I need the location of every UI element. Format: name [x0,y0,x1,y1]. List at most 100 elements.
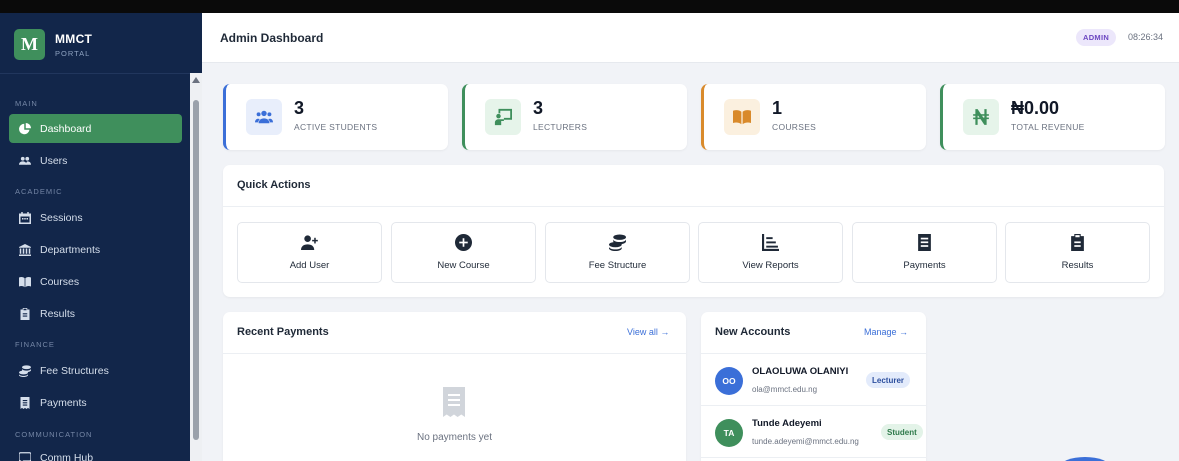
user-plus-icon [238,234,381,251]
section-label-main: MAIN [15,99,38,108]
sidebar-item-label: Sessions [40,211,83,224]
clipboard-icon [1006,234,1149,251]
sidebar-item-departments[interactable]: Departments [9,235,182,264]
sidebar-item-label: Results [40,307,76,320]
sidebar-item-label: Payments [40,396,87,409]
new-course-label: New Course [437,260,490,271]
view-reports-label: View Reports [742,260,799,271]
results-button[interactable]: Results [1005,222,1150,283]
list-item[interactable]: OO OLAOLUWA OLANIYI ola@mmct.edu.ng Lect… [701,354,926,406]
brand[interactable]: M MMCT PORTAL [14,29,92,60]
teacher-icon [485,99,521,135]
list-item[interactable]: TA Tunde Adeyemi tunde.adeyemi@mmct.edu.… [701,406,926,458]
role-badge: ADMIN [1076,29,1117,46]
brand-title: MMCT [55,31,93,46]
new-accounts-card: New Accounts Manage → OO OLAOLUWA OLANIY… [701,312,926,461]
account-name: Tunde Adeyemi [752,418,822,429]
recent-payments-card: Recent Payments View all → No payments y… [223,312,686,461]
clipboard-icon [18,307,31,320]
section-label-academic: ACADEMIC [15,187,63,196]
sidebar-item-comm-hub[interactable]: Comm Hub [9,443,182,461]
top-strip [0,0,1179,13]
sidebar-item-payments[interactable]: Payments [9,388,182,417]
receipt-icon [18,396,31,409]
quick-actions-card: Quick Actions Add User New Course Fee St… [223,165,1164,297]
stat-label: TOTAL REVENUE [1011,122,1085,132]
sidebar-item-label: Fee Structures [40,364,109,377]
role-badge: Student [881,424,923,440]
manage-link[interactable]: Manage → [864,327,908,337]
brand-divider [0,73,202,74]
stat-value: 3 [533,98,544,118]
stat-card-active-students[interactable]: 3 ACTIVE STUDENTS [223,84,448,150]
book-icon [18,275,31,288]
plus-circle-icon [392,234,535,251]
main-content: Admin Dashboard ADMIN 08:26:34 3 ACTIVE … [202,13,1179,461]
sidebar-item-label: Dashboard [40,122,92,135]
users-icon [18,154,31,167]
book-open-icon [724,99,760,135]
fee-structure-label: Fee Structure [588,260,647,271]
account-name: OLAOLUWA OLANIYI [752,366,849,377]
stat-card-courses[interactable]: 1 COURSES [701,84,926,150]
sidebar-item-fee-structures[interactable]: Fee Structures [9,356,182,385]
view-reports-button[interactable]: View Reports [698,222,843,283]
sidebar-item-courses[interactable]: Courses [9,267,182,296]
sidebar-item-label: Users [40,154,68,167]
divider [701,457,926,458]
results-label: Results [1061,260,1094,271]
divider [223,353,686,354]
stat-card-total-revenue[interactable]: ₦0.00 TOTAL REVENUE [940,84,1165,150]
add-user-label: Add User [289,260,330,271]
new-accounts-title: New Accounts [715,326,791,338]
building-icon [18,243,31,256]
sidebar-item-dashboard[interactable]: Dashboard [9,114,182,143]
sidebar-item-label: Departments [40,243,101,256]
stat-value: 3 [294,98,305,118]
clock: 08:26:34 [1128,32,1164,42]
account-email: tunde.adeyemi@mmct.edu.ng [752,437,859,446]
scroll-thumb[interactable] [193,100,199,440]
avatar: OO [715,367,743,395]
pie-chart-icon [18,122,31,135]
floating-action-button[interactable] [1060,457,1110,461]
new-course-button[interactable]: New Course [391,222,536,283]
sidebar-scrollbar[interactable] [190,73,202,461]
calendar-icon [18,211,31,224]
coins-icon [546,234,689,251]
fee-structure-button[interactable]: Fee Structure [545,222,690,283]
divider [223,206,1164,207]
sidebar-item-results[interactable]: Results [9,299,182,328]
avatar: TA [715,419,743,447]
naira-icon [963,99,999,135]
payments-button[interactable]: Payments [852,222,997,283]
sidebar-item-sessions[interactable]: Sessions [9,203,182,232]
role-badge: Lecturer [866,372,911,388]
section-label-finance: FINANCE [15,340,55,349]
scroll-up-arrow[interactable] [192,77,200,83]
add-user-button[interactable]: Add User [237,222,382,283]
brand-logo: M [14,29,45,60]
receipt-icon [853,234,996,251]
receipt-icon [442,387,466,417]
section-label-communication: COMMUNICATION [15,430,93,439]
users-icon [246,99,282,135]
quick-actions-title: Quick Actions [237,179,311,191]
coins-icon [18,364,31,377]
brand-subtitle: PORTAL [55,48,91,58]
payments-label: Payments [903,260,946,271]
stat-label: LECTURERS [533,122,588,132]
sidebar-item-users[interactable]: Users [9,146,182,175]
chat-icon [18,451,31,461]
view-all-link[interactable]: View all → [627,327,669,337]
header: Admin Dashboard ADMIN 08:26:34 [202,13,1179,63]
stat-label: ACTIVE STUDENTS [294,122,378,132]
chart-icon [699,234,842,251]
stat-card-lecturers[interactable]: 3 LECTURERS [462,84,687,150]
stat-value: 1 [772,98,783,118]
sidebar: M MMCT PORTAL MAIN Dashboard Users ACADE… [0,13,202,461]
account-email: ola@mmct.edu.ng [752,385,818,394]
stat-label: COURSES [772,122,817,132]
stat-value: ₦0.00 [1011,98,1060,118]
recent-payments-title: Recent Payments [237,326,329,338]
